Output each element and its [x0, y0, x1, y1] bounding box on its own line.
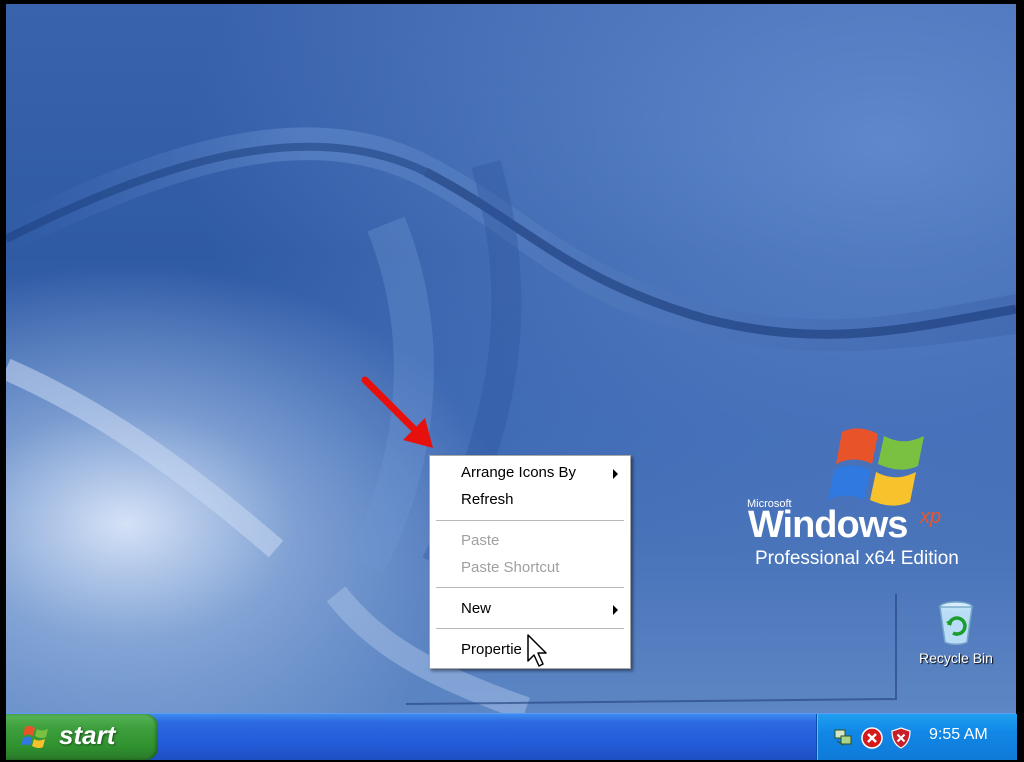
clock[interactable]: 9:55 AM [929, 726, 988, 744]
submenu-arrow-icon [613, 605, 618, 615]
mouse-pointer-icon [527, 634, 547, 667]
start-button[interactable]: start [6, 714, 158, 760]
network-icon[interactable] [833, 727, 853, 747]
red-annotation-arrow [361, 376, 433, 448]
menu-item-arrange-icons-by[interactable]: Arrange Icons By [430, 461, 630, 485]
menu-item-label: Paste Shortcut [461, 559, 560, 576]
menu-separator [436, 628, 624, 629]
system-tray: 9:55 AM [816, 714, 1017, 760]
desktop-icon-recycle-bin[interactable]: Recycle Bin [906, 598, 1006, 666]
edition-label: Professional x64 Edition [755, 548, 959, 569]
menu-item-new[interactable]: New [430, 597, 630, 621]
menu-item-refresh[interactable]: Refresh [430, 488, 630, 512]
menu-item-label: Refresh [461, 491, 514, 508]
menu-item-label: Paste [461, 532, 500, 549]
recycle-bin-label: Recycle Bin [919, 650, 993, 666]
submenu-arrow-icon [613, 469, 618, 479]
menu-item-label: New [461, 600, 492, 617]
xp-wordmark: xp [920, 506, 942, 528]
windows-flag-icon [21, 725, 48, 749]
menu-item-label: Propertie [461, 641, 522, 658]
recycle-bin-icon [939, 601, 973, 645]
menu-item-paste[interactable]: Paste [430, 529, 630, 553]
windows-wordmark: Windows [748, 504, 908, 546]
menu-item-paste-shortcut[interactable]: Paste Shortcut [430, 556, 630, 580]
menu-separator [436, 587, 624, 588]
start-label: start [59, 720, 116, 750]
menu-item-label: Arrange Icons By [461, 464, 577, 481]
menu-separator [436, 520, 624, 521]
security-alert-icon[interactable] [861, 727, 883, 749]
windows-flag-logo [828, 428, 924, 506]
security-center-shield-icon[interactable] [891, 727, 911, 749]
taskbar: start 9:55 AM [6, 713, 1017, 760]
